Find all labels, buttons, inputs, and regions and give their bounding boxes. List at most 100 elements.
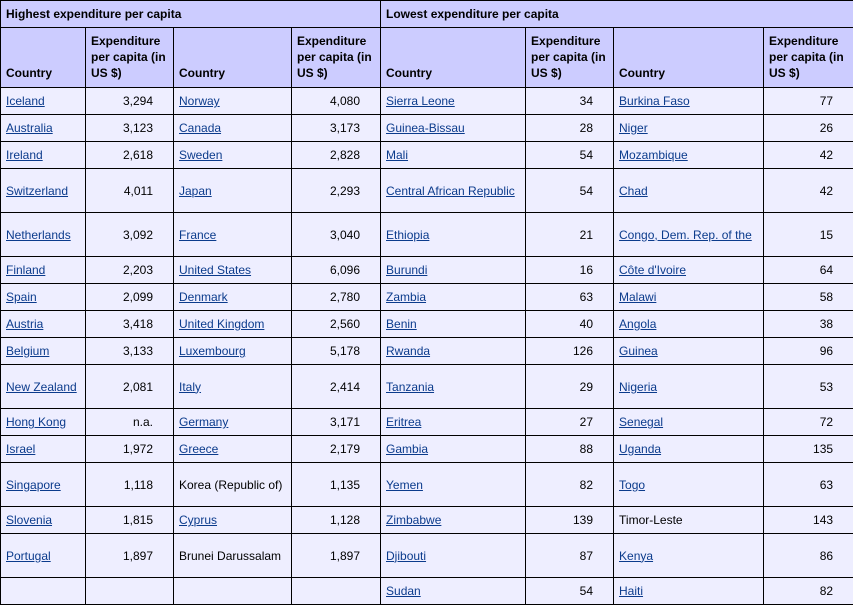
expenditure-value: 1,972 [86,436,174,463]
country-cell: Benin [381,311,526,338]
expenditure-value: 82 [526,463,614,507]
country-link[interactable]: Niger [619,121,648,135]
country-cell: Germany [174,409,292,436]
country-link[interactable]: Slovenia [6,513,52,527]
country-link[interactable]: Uganda [619,442,661,456]
country-link[interactable]: Netherlands [6,228,71,242]
country-link[interactable]: Mozambique [619,148,688,162]
country-link[interactable]: Singapore [6,478,61,492]
country-link[interactable]: Ethiopia [386,228,429,242]
table-row: Netherlands3,092France3,040Ethiopia21Con… [1,213,853,257]
country-link[interactable]: Norway [179,94,220,108]
expenditure-value: 54 [526,578,614,605]
country-link[interactable]: Israel [6,442,35,456]
expenditure-value: 38 [764,311,853,338]
expenditure-value: 16 [526,257,614,284]
country-link[interactable]: Guinea [619,344,658,358]
expenditure-value [86,578,174,605]
country-cell: Denmark [174,284,292,311]
expenditure-value: 3,123 [86,115,174,142]
country-link[interactable]: Germany [179,415,228,429]
country-link[interactable]: Zimbabwe [386,513,441,527]
col-header-expenditure: Expenditure per capita (in US $) [86,28,174,88]
country-link[interactable]: Zambia [386,290,426,304]
table-row: Slovenia1,815Cyprus1,128Zimbabwe139Timor… [1,507,853,534]
table-body: Iceland3,294Norway4,080Sierra Leone34Bur… [1,88,853,605]
country-link[interactable]: Yemen [386,478,423,492]
country-cell: Iceland [1,88,86,115]
country-link[interactable]: Angola [619,317,656,331]
country-link[interactable]: Switzerland [6,184,68,198]
country-cell: Burkina Faso [614,88,764,115]
country-link[interactable]: Hong Kong [6,415,66,429]
country-link[interactable]: Portugal [6,549,51,563]
country-link[interactable]: United States [179,263,251,277]
country-link[interactable]: Sierra Leone [386,94,455,108]
country-link[interactable]: Guinea-Bissau [386,121,465,135]
country-link[interactable]: Belgium [6,344,49,358]
expenditure-value: 3,092 [86,213,174,257]
country-link[interactable]: Spain [6,290,37,304]
country-link[interactable]: Central African Republic [386,184,515,198]
country-link[interactable]: Benin [386,317,417,331]
country-link[interactable]: Nigeria [619,380,657,394]
country-link[interactable]: Italy [179,380,201,394]
expenditure-value: 72 [764,409,853,436]
country-link[interactable]: Sudan [386,584,421,598]
country-link[interactable]: Gambia [386,442,428,456]
country-link[interactable]: Togo [619,478,645,492]
country-cell: Mali [381,142,526,169]
country-link[interactable]: Tanzania [386,380,434,394]
country-cell: Brunei Darussalam [174,534,292,578]
country-link[interactable]: Sweden [179,148,222,162]
country-link[interactable]: Iceland [6,94,45,108]
country-cell: Greece [174,436,292,463]
country-link[interactable]: Cyprus [179,513,217,527]
country-link[interactable]: Denmark [179,290,228,304]
country-link[interactable]: Congo, Dem. Rep. of the [619,228,752,242]
country-link[interactable]: Greece [179,442,218,456]
expenditure-value: 1,135 [292,463,381,507]
country-link[interactable]: Senegal [619,415,663,429]
expenditure-value: n.a. [86,409,174,436]
country-cell: Zambia [381,284,526,311]
country-link[interactable]: Burundi [386,263,427,277]
expenditure-value: 53 [764,365,853,409]
expenditure-value: 1,815 [86,507,174,534]
country-cell: Niger [614,115,764,142]
country-link[interactable]: United Kingdom [179,317,264,331]
country-link[interactable]: France [179,228,216,242]
country-link[interactable]: Burkina Faso [619,94,690,108]
country-cell: Switzerland [1,169,86,213]
table-row: Portugal1,897Brunei Darussalam1,897Djibo… [1,534,853,578]
country-link[interactable]: Australia [6,121,53,135]
country-link[interactable]: Finland [6,263,45,277]
expenditure-value: 143 [764,507,853,534]
country-link[interactable]: Ireland [6,148,43,162]
country-link[interactable]: Kenya [619,549,653,563]
country-link[interactable]: Haiti [619,584,643,598]
expenditure-value: 2,099 [86,284,174,311]
country-cell: Singapore [1,463,86,507]
country-cell: Tanzania [381,365,526,409]
country-cell: Timor-Leste [614,507,764,534]
country-link[interactable]: Mali [386,148,408,162]
country-link[interactable]: Malawi [619,290,656,304]
expenditure-value: 88 [526,436,614,463]
expenditure-value: 2,828 [292,142,381,169]
country-link[interactable]: Côte d'Ivoire [619,263,686,277]
table-row: Singapore1,118Korea (Republic of)1,135Ye… [1,463,853,507]
expenditure-value: 139 [526,507,614,534]
country-link[interactable]: Rwanda [386,344,430,358]
country-link[interactable]: Luxembourg [179,344,246,358]
country-link[interactable]: New Zealand [6,380,77,394]
country-link[interactable]: Japan [179,184,212,198]
country-link[interactable]: Chad [619,184,648,198]
expenditure-value: 2,203 [86,257,174,284]
expenditure-value: 126 [526,338,614,365]
country-link[interactable]: Austria [6,317,43,331]
country-link[interactable]: Canada [179,121,221,135]
expenditure-value: 3,294 [86,88,174,115]
country-link[interactable]: Eritrea [386,415,421,429]
country-link[interactable]: Djibouti [386,549,426,563]
